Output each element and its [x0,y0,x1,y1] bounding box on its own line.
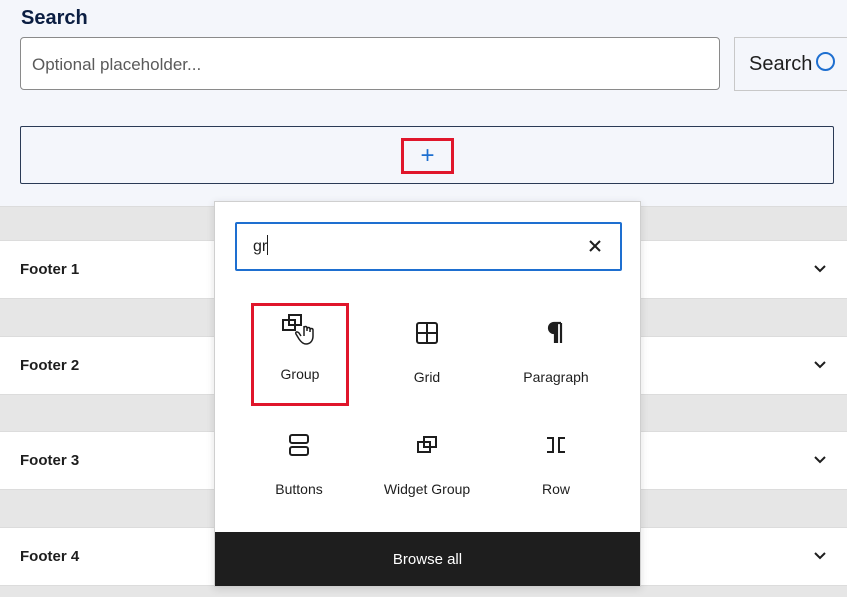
block-item-label: Widget Group [383,481,471,497]
group-icon [282,314,314,345]
block-item-group[interactable]: Group [251,303,349,406]
block-item-buttons[interactable]: Buttons [239,418,359,508]
chevron-down-icon[interactable] [813,452,827,466]
footer-panel-label: Footer 1 [20,261,80,278]
block-search-value: gr [253,238,268,255]
add-block-button[interactable]: + [401,138,454,174]
chevron-down-icon[interactable] [813,357,827,371]
block-inserter-popover: gr Group Grid Paragraph Buttons Widget G… [214,201,641,587]
block-item-label: Row [541,481,570,497]
footer-panel-label: Footer 4 [20,548,80,565]
grid-icon [416,322,438,344]
block-item-row[interactable]: Row [496,418,616,508]
block-item-grid[interactable]: Grid [367,306,487,396]
plus-icon: + [420,142,435,169]
chevron-down-icon[interactable] [813,261,827,275]
block-search-input[interactable]: gr [235,222,622,271]
paragraph-icon [547,321,563,343]
row-icon [547,437,565,453]
browse-all-button[interactable]: Browse all [215,532,640,586]
footer-panel-label: Footer 2 [20,357,80,374]
search-widget: Search Optional placeholder... Search + [0,0,847,207]
block-item-label: Buttons [275,481,323,497]
search-button[interactable]: Search [734,37,847,91]
chevron-down-icon[interactable] [813,548,827,562]
widget-group-icon [417,436,437,453]
close-icon[interactable] [586,237,604,255]
footer-panel-label: Footer 3 [20,452,80,469]
search-title: Search [21,7,88,29]
block-item-widget-group[interactable]: Widget Group [367,418,487,508]
text-caret [267,235,269,255]
search-input[interactable]: Optional placeholder... [20,37,720,90]
search-button-label: Search [749,53,813,75]
circle-icon [816,52,836,71]
block-item-paragraph[interactable]: Paragraph [496,306,616,396]
block-item-label: Grid [413,369,441,385]
block-item-label: Group [280,366,320,382]
block-item-label: Paragraph [523,369,589,385]
buttons-icon [289,434,309,456]
